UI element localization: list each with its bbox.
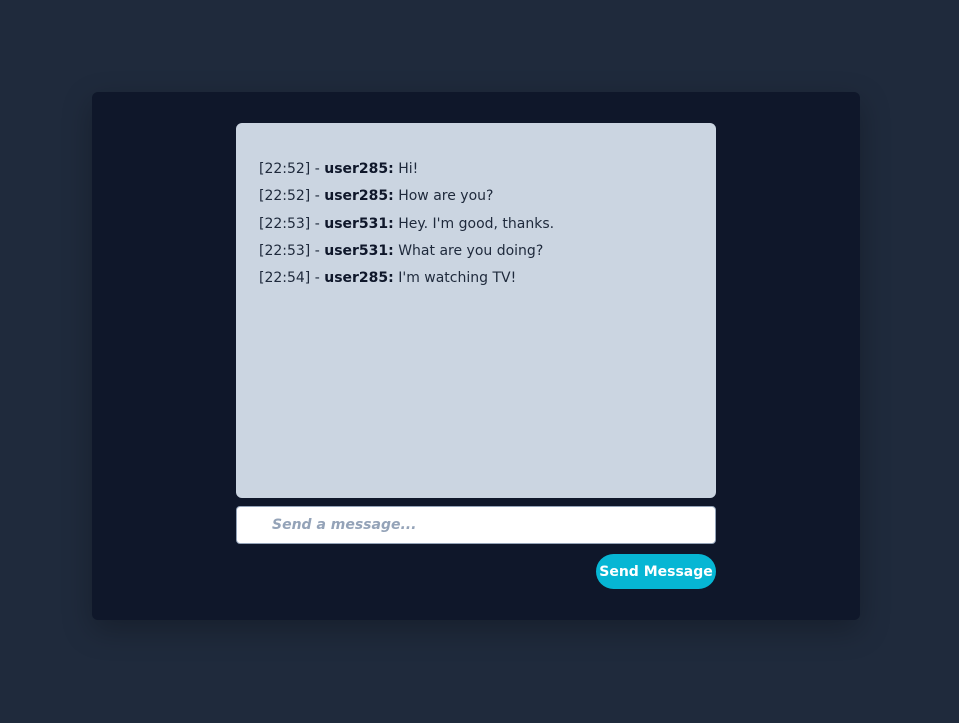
message-user: user531: (324, 215, 394, 232)
message-separator: - (310, 242, 325, 259)
message-input[interactable] (237, 507, 715, 543)
message-user: user285: (324, 270, 394, 287)
message-text: I'm watching TV! (393, 270, 517, 287)
message-separator: - (310, 188, 325, 205)
chat-message: [22:53] - user531: Hey. I'm good, thanks… (259, 216, 694, 232)
message-time: [22:54] (259, 270, 311, 287)
chat-message: [22:52] - user285: How are you? (259, 188, 694, 204)
message-text: Hi! (393, 161, 419, 177)
chat-message: [22:54] - user285: I'm watching TV! (259, 270, 694, 286)
message-separator: - (310, 215, 325, 232)
message-text: How are you? (393, 188, 494, 205)
chat-message: [22:52] - user285: Hi! (259, 161, 694, 177)
message-separator: - (310, 270, 325, 287)
chat-message: [22:53] - user531: What are you doing? (259, 243, 694, 259)
message-user: user531: (324, 242, 394, 259)
message-text: Hey. I'm good, thanks. (393, 215, 555, 232)
message-time: [22:53] (259, 215, 311, 232)
message-input-wrapper (236, 506, 716, 544)
message-separator: - (310, 161, 325, 177)
message-time: [22:53] (259, 242, 311, 259)
send-message-button[interactable]: Send Message (596, 554, 716, 589)
message-user: user285: (324, 161, 394, 177)
message-user: user285: (324, 188, 394, 205)
message-time: [22:52] (259, 161, 311, 177)
message-time: [22:52] (259, 188, 311, 205)
chat-card: [22:52] - user285: Hi! [22:52] - user285… (92, 92, 860, 620)
message-text: What are you doing? (393, 242, 544, 259)
chat-log[interactable]: [22:52] - user285: Hi! [22:52] - user285… (236, 123, 716, 498)
